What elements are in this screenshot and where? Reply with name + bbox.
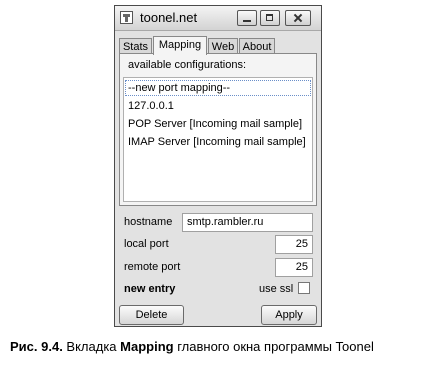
- apply-button[interactable]: Apply: [261, 305, 317, 325]
- window-title: toonel.net: [140, 10, 198, 25]
- caption-text-after: главного окна программы Toonel: [173, 339, 374, 354]
- local-port-field[interactable]: 25: [275, 235, 313, 254]
- toonel-window: toonel.net Stats Mapping Web About avail…: [114, 5, 322, 327]
- caption-prefix: Рис. 9.4.: [10, 339, 63, 354]
- caption-highlight: Mapping: [120, 339, 174, 354]
- hostname-label: hostname: [124, 216, 173, 228]
- list-item-localhost[interactable]: 127.0.0.1: [125, 98, 311, 114]
- figure-caption: Рис. 9.4. Вкладка Mapping главного окна …: [10, 339, 374, 354]
- caption-text-before: Вкладка: [62, 339, 121, 354]
- delete-button[interactable]: Delete: [119, 305, 184, 325]
- hostname-field[interactable]: smtp.rambler.ru: [182, 213, 313, 232]
- tab-stats[interactable]: Stats: [119, 38, 152, 54]
- use-ssl-label: use ssl: [259, 283, 294, 295]
- list-item-pop-server[interactable]: POP Server [Incoming mail sample]: [125, 116, 311, 132]
- new-entry-label: new entry: [124, 283, 176, 295]
- tab-mapping[interactable]: Mapping: [153, 36, 207, 55]
- tab-web[interactable]: Web: [208, 38, 238, 54]
- app-icon: [120, 11, 133, 24]
- minimize-button[interactable]: [237, 10, 257, 26]
- local-port-label: local port: [124, 238, 169, 250]
- close-button[interactable]: [285, 10, 311, 26]
- mapping-panel: available configurations: --new port map…: [119, 53, 317, 206]
- configurations-label: available configurations:: [128, 59, 247, 71]
- maximize-button[interactable]: [260, 10, 280, 26]
- title-bar[interactable]: toonel.net: [115, 6, 321, 31]
- tab-about[interactable]: About: [239, 38, 275, 54]
- list-item-new-port-mapping[interactable]: --new port mapping--: [125, 80, 311, 96]
- use-ssl-checkbox[interactable]: [298, 282, 310, 294]
- list-item-imap-server[interactable]: IMAP Server [Incoming mail sample]: [125, 134, 311, 150]
- remote-port-label: remote port: [124, 261, 181, 273]
- configurations-list[interactable]: --new port mapping-- 127.0.0.1 POP Serve…: [123, 77, 313, 202]
- remote-port-field[interactable]: 25: [275, 258, 313, 277]
